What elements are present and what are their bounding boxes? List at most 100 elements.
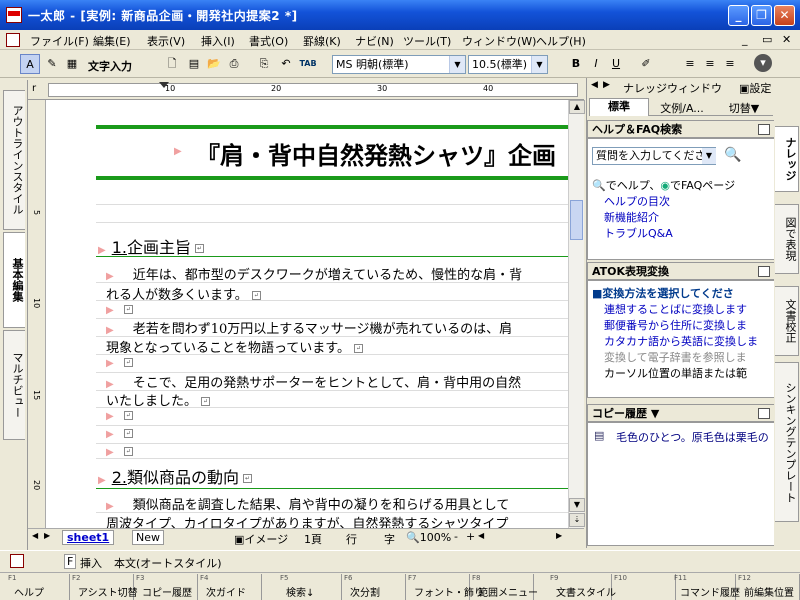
- paragraph-line: 周波タイプ、カイロタイプがありますが、自然発熱するシャツタイプ: [106, 517, 509, 528]
- menu-insert[interactable]: 挿入(I): [201, 33, 235, 49]
- style-indicator[interactable]: 本文(オートスタイル): [114, 555, 222, 571]
- pen-icon[interactable]: ✎: [42, 54, 62, 74]
- help-link-contents[interactable]: ヘルプの目次: [604, 193, 670, 209]
- tab-example[interactable]: 文例/A...: [651, 100, 713, 116]
- menu-format[interactable]: 書式(O): [249, 33, 288, 49]
- font-size-select[interactable]: 10.5(標準) ▼: [468, 55, 548, 74]
- help-search-input[interactable]: 質問を入力してくださ: [592, 147, 716, 165]
- vertical-scrollbar[interactable]: ▲ ▼ ⇣: [568, 100, 585, 528]
- fkey-f11[interactable]: F11 コマンド履歴: [672, 574, 740, 600]
- text-mode-icon[interactable]: A: [20, 54, 40, 74]
- atok-option[interactable]: 連想することばに変換します: [604, 301, 747, 317]
- fkey-f8[interactable]: F8 範囲メニュー: [470, 574, 538, 600]
- new-document-icon[interactable]: 🗋: [162, 54, 182, 74]
- app-icon[interactable]: [6, 7, 22, 23]
- tab-switch[interactable]: 切替▼: [717, 100, 771, 116]
- menu-rule[interactable]: 罫線(K): [303, 33, 341, 49]
- insert-mode[interactable]: 挿入: [80, 555, 102, 571]
- help-link-new-features[interactable]: 新機能紹介: [604, 209, 659, 225]
- tab-proofread[interactable]: 文書校正: [775, 286, 799, 356]
- tab-standard[interactable]: 標準: [589, 98, 649, 116]
- settings-button[interactable]: ▣設定: [739, 80, 771, 96]
- tab-thinking-template[interactable]: シンキングテンプレート: [775, 362, 799, 522]
- fkey-f6[interactable]: F6 次分割: [342, 574, 406, 600]
- input-mode-label: 文字入力: [88, 60, 132, 73]
- scroll-up-button[interactable]: ▲: [569, 100, 585, 114]
- fkey-f2[interactable]: F2 アシスト切替: [70, 574, 138, 600]
- align-center-icon[interactable]: ≡: [700, 54, 720, 74]
- doc-close-button[interactable]: ✕: [782, 33, 791, 46]
- highlight-icon[interactable]: ✐: [636, 54, 656, 74]
- more-icon[interactable]: ▾: [754, 54, 772, 72]
- copy-history-header[interactable]: コピー履歴 ▼: [587, 404, 775, 422]
- atok-option[interactable]: 郵便番号から住所に変換しま: [604, 317, 747, 333]
- zoom-out-button[interactable]: -: [454, 530, 458, 543]
- align-right-icon[interactable]: ≡: [720, 54, 740, 74]
- menu-help[interactable]: ヘルプ(H): [536, 33, 586, 49]
- menu-navi[interactable]: ナビ(N): [355, 33, 394, 49]
- hscroll-left-button[interactable]: ◀: [478, 531, 484, 540]
- menu-view[interactable]: 表示(V): [147, 33, 185, 49]
- menu-window[interactable]: ウィンドウ(W): [462, 33, 536, 49]
- zoom-in-button[interactable]: +: [466, 530, 475, 543]
- close-button[interactable]: ✕: [774, 5, 795, 26]
- fkey-f5[interactable]: F5 検索↓: [278, 574, 342, 600]
- document-area[interactable]: ▶ 『肩・背中自然発熱シャツ』企画 ▶ 1.企画主旨 ↵ ▶ 近年は、都市型のデスク…: [46, 100, 568, 528]
- help-link-row[interactable]: 🔍でヘルプ、◉でFAQページ: [592, 177, 735, 193]
- open-folder-icon[interactable]: 📂: [204, 54, 224, 74]
- sheet-tab-1[interactable]: sheet1: [62, 530, 115, 545]
- image-mode-button[interactable]: ▣イメージ: [234, 531, 288, 547]
- scroll-thumb[interactable]: [570, 200, 583, 240]
- print-icon[interactable]: ⎙: [224, 54, 244, 74]
- horizontal-ruler[interactable]: r 10 20 30 40: [28, 80, 584, 100]
- fkey-f9[interactable]: F9 文書スタイル: [548, 574, 616, 600]
- minimize-button[interactable]: _: [728, 5, 749, 26]
- sheet-next-button[interactable]: ▶: [44, 531, 50, 540]
- fkey-f1[interactable]: F1 ヘルプ: [6, 574, 70, 600]
- maximize-icon[interactable]: [758, 266, 770, 277]
- hscroll-right-button[interactable]: ▶: [556, 531, 562, 540]
- maximize-icon[interactable]: [758, 124, 770, 135]
- palette-icon[interactable]: ▦: [62, 54, 82, 74]
- font-select[interactable]: MS 明朝(標準) ▼: [332, 55, 466, 74]
- app-status-icon[interactable]: [10, 554, 24, 568]
- help-link-troubleshooting[interactable]: トラブルQ&A: [604, 225, 673, 241]
- open-icon[interactable]: ▤: [184, 54, 204, 74]
- fkey-f4[interactable]: F4 次ガイド: [198, 574, 262, 600]
- copy-icon[interactable]: ⎘: [254, 54, 274, 74]
- forward-icon[interactable]: ▶: [603, 80, 610, 90]
- tab-multi-view[interactable]: マルチビュー: [3, 330, 25, 440]
- atok-option[interactable]: カタカナ語から英語に変換しま: [604, 333, 758, 349]
- scroll-down-button[interactable]: ▼: [569, 498, 585, 512]
- doc-restore-button[interactable]: ▭: [762, 33, 772, 46]
- tab-icon[interactable]: TAB: [298, 54, 318, 74]
- underline-button[interactable]: U: [606, 54, 626, 74]
- fkey-f7[interactable]: F7 フォント・飾り: [406, 574, 484, 600]
- doc-minimize-button[interactable]: _: [742, 33, 748, 46]
- maximize-icon[interactable]: [758, 408, 770, 419]
- menu-tools[interactable]: ツール(T): [403, 33, 451, 49]
- undo-icon[interactable]: ↶: [276, 54, 296, 74]
- maximize-button[interactable]: ❐: [751, 5, 772, 26]
- zoom-level[interactable]: 🔍100%: [406, 531, 451, 544]
- search-globe-icon[interactable]: 🔍: [724, 147, 741, 163]
- menu-edit[interactable]: 編集(E): [93, 33, 131, 49]
- tab-diagram[interactable]: 図で表現: [775, 204, 799, 274]
- sheet-prev-button[interactable]: ◀: [32, 531, 38, 540]
- fkey-f3[interactable]: F3 コピー履歴: [134, 574, 198, 600]
- scroll-page-down-button[interactable]: ⇣: [569, 513, 585, 527]
- fkey-f12[interactable]: F12 前編集位置: [736, 574, 800, 600]
- tab-outline-style[interactable]: アウトラインスタイル: [3, 90, 25, 230]
- menu-file[interactable]: ファイル(F): [30, 33, 89, 49]
- sheet-tab-new[interactable]: New: [132, 530, 164, 545]
- italic-button[interactable]: I: [586, 54, 606, 74]
- back-icon[interactable]: ◀: [591, 80, 598, 90]
- tab-knowledge[interactable]: ナレッジ: [775, 126, 799, 192]
- align-left-icon[interactable]: ≡: [680, 54, 700, 74]
- tab-basic-edit[interactable]: 基本編集: [3, 232, 25, 328]
- chevron-down-icon[interactable]: ▼: [702, 148, 716, 164]
- atok-option[interactable]: カーソル位置の単語または範: [604, 365, 747, 381]
- copy-history-item[interactable]: 毛色のひとつ。原毛色は栗毛の: [616, 429, 769, 445]
- doc-icon[interactable]: [6, 33, 20, 47]
- bold-button[interactable]: B: [566, 54, 586, 74]
